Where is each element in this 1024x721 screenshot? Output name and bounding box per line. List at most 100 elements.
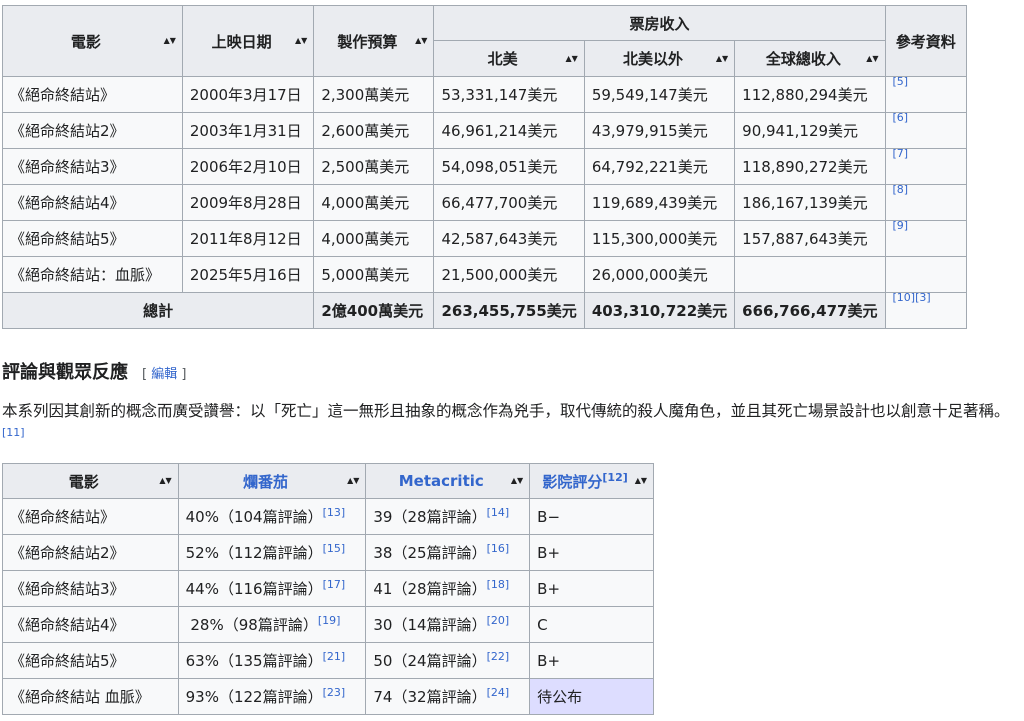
table-row: 《絕命終結站2》 52%（112篇評論）[15] 38（25篇評論）[16] B… [2,534,654,571]
release-date: 2009年8月28日 [181,184,315,221]
header-budget[interactable]: 製作預算 ▲▼ [313,5,435,77]
reference-link[interactable]: [13] [323,506,346,519]
reference-cell: [8] [884,184,967,221]
film-title: 《絕命終結站2》 [2,534,179,571]
reference-link[interactable]: [11] [2,426,25,439]
header-cinemascore[interactable]: 影院評分[12] ▲▼ [529,463,654,499]
reference-link[interactable]: [22] [487,650,510,663]
sort-arrows-icon[interactable]: ▲▼ [159,477,171,485]
reference-link[interactable]: [14] [487,506,510,519]
budget: 4,000萬美元 [313,220,435,257]
reference-cell: [7] [884,148,967,185]
reference-link[interactable]: [18] [487,578,510,591]
film-title: 《絕命終結站5》 [2,220,183,257]
edit-section: [ 編輯 ] [142,367,187,382]
header-outside-north-america[interactable]: 北美以外 ▲▼ [583,40,736,77]
release-date: 2006年2月10日 [181,148,315,185]
reference-cell: [9] [884,220,967,257]
reference-link[interactable]: [12] [602,471,627,484]
edit-link[interactable]: 編輯 [151,367,177,382]
sort-arrows-icon[interactable]: ▲▼ [415,37,427,45]
sort-arrows-icon[interactable]: ▲▼ [511,477,523,485]
header-metacritic[interactable]: Metacritic ▲▼ [365,463,531,499]
film-title: 《絕命終結站4》 [2,606,179,643]
outside-gross: 64,792,221美元 [583,148,736,185]
reference-link[interactable]: [7] [893,150,909,161]
reference-cell [884,256,967,293]
metacritic-score: 38（25篇評論）[16] [365,534,531,571]
header-film[interactable]: 電影 ▲▼ [2,463,179,499]
sort-arrows-icon[interactable]: ▲▼ [164,37,176,45]
reference-link[interactable]: [15] [323,542,346,555]
north-america-gross: 46,961,214美元 [433,112,585,149]
reference-link[interactable]: [24] [487,686,510,699]
metacritic-score: 41（28篇評論）[18] [365,570,531,607]
film-title: 《絕命終結站》 [2,76,183,113]
north-america-gross: 53,331,147美元 [433,76,585,113]
sort-arrows-icon[interactable]: ▲▼ [635,477,647,485]
reception-table: 電影 ▲▼ 爛番茄 ▲▼ Metacritic ▲▼ 影院評分[12] ▲▼ 《絕命終結… [2,463,654,715]
rotten-tomatoes-score: 52%（112篇評論）[15] [177,534,367,571]
table-row: 《絕命終結站：血脈》 2025年5月16日 5,000萬美元 21,500,00… [2,256,967,293]
metacritic-score: 30（14篇評論）[20] [365,606,531,643]
metacritic-score: 50（24篇評論）[22] [365,642,531,679]
cinemascore-grade: B+ [529,570,654,607]
sort-arrows-icon[interactable]: ▲▼ [716,54,728,62]
reference-link[interactable]: [20] [487,614,510,627]
sort-arrows-icon[interactable]: ▲▼ [566,54,578,62]
film-title: 《絕命終結站 血脈》 [2,678,179,715]
reference-link[interactable]: [10][3] [893,294,931,305]
film-title: 《絕命終結站3》 [2,148,183,185]
reference-link[interactable]: [23] [323,686,346,699]
cinemascore-grade: C [529,606,654,643]
reference-link[interactable]: [9] [893,222,909,233]
cinemascore-grade: B− [529,498,654,535]
release-date: 2025年5月16日 [181,256,315,293]
worldwide-gross: 186,167,139美元 [734,184,886,221]
header-release-date[interactable]: 上映日期 ▲▼ [181,5,315,77]
outside-gross: 119,689,439美元 [583,184,736,221]
reference-link[interactable]: [5] [893,78,909,89]
paragraph-text: 本系列因其創新的概念而廣受讚譽：以「死亡」這一無形且抽象的概念作為兇手，取代傳統… [2,402,1010,420]
film-title: 《絕命終結站3》 [2,570,179,607]
reference-link[interactable]: [6] [893,114,909,125]
table-row: 《絕命終結站4》 28%（98篇評論）[19] 30（14篇評論）[20] C [2,606,654,643]
rotten-tomatoes-score: 40%（104篇評論）[13] [177,498,367,535]
metacritic-score: 74（32篇評論）[24] [365,678,531,715]
worldwide-gross: 118,890,272美元 [734,148,886,185]
budget: 4,000萬美元 [313,184,435,221]
sort-arrows-icon[interactable]: ▲▼ [295,37,307,45]
reference-link[interactable]: [21] [323,650,346,663]
reception-paragraph: 本系列因其創新的概念而廣受讚譽：以「死亡」這一無形且抽象的概念作為兇手，取代傳統… [2,398,1022,450]
film-title: 《絕命終結站》 [2,498,179,535]
outside-gross: 115,300,000美元 [583,220,736,257]
header-north-america[interactable]: 北美 ▲▼ [433,40,585,77]
sort-arrows-icon[interactable]: ▲▼ [347,477,359,485]
reference-link[interactable]: [17] [323,578,346,591]
table-row: 《絕命終結站5》 2011年8月12日 4,000萬美元 42,587,643美… [2,220,967,257]
film-title: 《絕命終結站4》 [2,184,183,221]
budget: 2,500萬美元 [313,148,435,185]
worldwide-gross: 157,887,643美元 [734,220,886,257]
worldwide-gross [734,256,886,293]
reference-link[interactable]: [19] [318,614,341,627]
reference-link[interactable]: [16] [487,542,510,555]
header-film[interactable]: 電影 ▲▼ [2,5,183,77]
header-references: 參考資料 [884,5,967,77]
sort-arrows-icon[interactable]: ▲▼ [866,54,878,62]
table-row: 《絕命終結站》 2000年3月17日 2,300萬美元 53,331,147美元… [2,76,967,113]
header-rotten-tomatoes[interactable]: 爛番茄 ▲▼ [177,463,367,499]
reference-cell: [6] [884,112,967,149]
reference-link[interactable]: [8] [893,186,909,197]
cinemascore-grade: B+ [529,642,654,679]
worldwide-gross: 90,941,129美元 [734,112,886,149]
header-worldwide[interactable]: 全球總收入 ▲▼ [734,40,886,77]
table-row: 《絕命終結站5》 63%（135篇評論）[21] 50（24篇評論）[22] B… [2,642,654,679]
total-row: 總計 2億400萬美元 263,455,755美元 403,310,722美元 … [1,292,967,329]
budget: 2,600萬美元 [313,112,435,149]
metacritic-score: 39（28篇評論）[14] [365,498,531,535]
reference-cell: [5] [884,76,967,113]
table-row: 《絕命終結站》 40%（104篇評論）[13] 39（28篇評論）[14] B− [2,498,654,535]
cinemascore-grade: B+ [529,534,654,571]
total-worldwide: 666,766,477美元 [734,292,886,329]
